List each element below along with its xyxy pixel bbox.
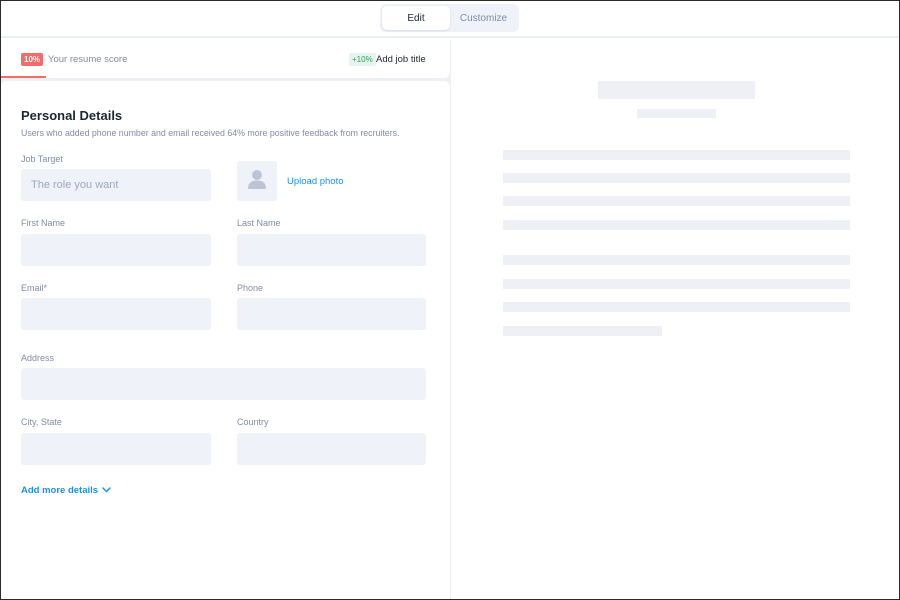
preview-line-placeholder bbox=[503, 150, 850, 160]
address-label: Address bbox=[21, 353, 55, 363]
email-input[interactable] bbox=[21, 298, 211, 330]
preview-line-placeholder bbox=[503, 302, 850, 312]
preview-line-placeholder bbox=[503, 255, 850, 265]
preview-line-placeholder bbox=[503, 326, 662, 336]
preview-line-placeholder bbox=[503, 173, 850, 183]
first-name-input[interactable] bbox=[21, 234, 211, 266]
tab-customize[interactable]: Customize bbox=[450, 6, 517, 30]
country-input[interactable] bbox=[237, 433, 426, 465]
job-target-label: Job Target bbox=[21, 154, 63, 164]
score-badge: 10% bbox=[21, 53, 44, 66]
city-state-input[interactable] bbox=[21, 433, 211, 465]
user-silhouette-icon bbox=[247, 168, 267, 195]
chevron-down-icon bbox=[102, 485, 111, 496]
city-state-label: City, State bbox=[21, 417, 62, 427]
last-name-label: Last Name bbox=[237, 218, 281, 228]
tip-badge: +10% bbox=[349, 53, 376, 66]
preview-line-placeholder bbox=[503, 279, 850, 289]
section-subtitle: Users who added phone number and email r… bbox=[21, 128, 400, 138]
last-name-input[interactable] bbox=[237, 234, 426, 266]
resume-score-bar: 10% Your resume score +10% Add job title bbox=[1, 40, 450, 78]
score-label: Your resume score bbox=[48, 54, 128, 65]
address-input[interactable] bbox=[21, 368, 426, 400]
add-job-title-link[interactable]: Add job title bbox=[376, 53, 426, 66]
section-title: Personal Details bbox=[21, 108, 123, 123]
job-target-input[interactable] bbox=[21, 169, 211, 201]
top-bar: Edit Customize bbox=[1, 1, 899, 38]
personal-details-card: Personal Details Users who added phone n… bbox=[1, 81, 450, 599]
app-window: Edit Customize 10% Your resume score +10… bbox=[0, 0, 900, 600]
country-label: Country bbox=[237, 417, 269, 427]
preview-name-placeholder bbox=[598, 81, 755, 99]
add-more-details-label: Add more details bbox=[21, 485, 99, 496]
phone-input[interactable] bbox=[237, 298, 426, 330]
first-name-label: First Name bbox=[21, 218, 66, 228]
phone-label: Phone bbox=[237, 283, 264, 293]
email-label: Email* bbox=[21, 283, 48, 293]
upload-photo-link[interactable]: Upload photo bbox=[287, 176, 344, 187]
mode-tabs: Edit Customize bbox=[380, 4, 519, 32]
tab-edit[interactable]: Edit bbox=[382, 6, 450, 30]
add-more-details-button[interactable]: Add more details bbox=[21, 485, 111, 496]
editor-panel: 10% Your resume score +10% Add job title… bbox=[1, 40, 451, 599]
score-progress-bar bbox=[1, 76, 46, 78]
resume-preview-panel bbox=[453, 40, 899, 599]
photo-placeholder[interactable] bbox=[237, 161, 277, 201]
preview-title-placeholder bbox=[637, 109, 716, 118]
preview-line-placeholder bbox=[503, 220, 850, 230]
preview-line-placeholder bbox=[503, 196, 850, 206]
